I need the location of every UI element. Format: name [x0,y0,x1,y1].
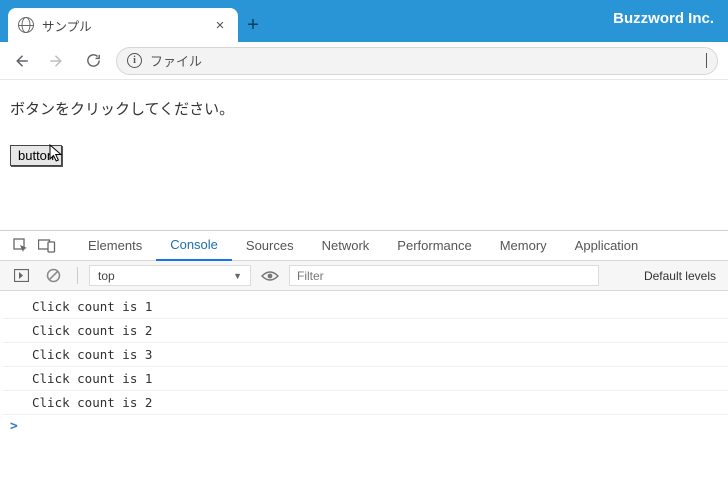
address-text: ファイル [150,51,698,70]
chevron-down-icon: ▼ [233,271,242,281]
globe-icon [18,17,34,33]
tab-sources[interactable]: Sources [232,231,308,261]
execution-context-select[interactable]: top ▼ [89,265,251,286]
new-tab-button[interactable]: + [238,8,268,42]
tab-network[interactable]: Network [308,231,384,261]
device-icon [38,239,56,253]
tab-performance[interactable]: Performance [383,231,485,261]
context-label: top [98,269,115,283]
sidebar-icon [14,269,29,282]
tab-memory[interactable]: Memory [486,231,561,261]
eye-icon [261,270,279,282]
arrow-left-icon [12,52,30,70]
browser-tab[interactable]: サンプル × [8,8,238,42]
tab-close-icon[interactable]: × [212,17,228,34]
reload-button[interactable] [76,46,110,76]
browser-toolbar: i ファイル [0,42,728,80]
site-info-icon[interactable]: i [127,53,142,68]
console-log-line: Click count is 2 [2,391,728,415]
tab-console[interactable]: Console [156,231,232,261]
ban-icon [46,268,61,283]
console-log-line: Click count is 3 [2,343,728,367]
reload-icon [85,52,102,69]
devtools-panel: Elements Console Sources Network Perform… [0,230,728,438]
console-log-line: Click count is 1 [2,367,728,391]
console-toolbar: top ▼ Default levels [0,261,728,291]
console-log-line: Click count is 1 [2,295,728,319]
tab-title: サンプル [42,16,204,35]
forward-button[interactable] [40,46,74,76]
console-filter-input[interactable] [289,265,599,286]
tab-elements[interactable]: Elements [74,231,156,261]
tab-application[interactable]: Application [561,231,653,261]
text-cursor [706,53,707,68]
sample-button[interactable]: button [10,145,62,166]
console-prompt[interactable]: > [2,415,728,438]
clear-console-button[interactable] [40,263,66,289]
inspect-icon [13,238,29,254]
inspect-element-button[interactable] [8,233,34,259]
browser-title-bar: サンプル × + Buzzword Inc. [0,0,728,42]
page-prompt-text: ボタンをクリックしてください。 [10,98,718,119]
devtools-tabs: Elements Console Sources Network Perform… [0,231,728,261]
console-log-line: Click count is 2 [2,319,728,343]
device-toggle-button[interactable] [34,233,60,259]
brand-label: Buzzword Inc. [613,10,714,27]
toolbar-separator [77,267,78,284]
chevron-right-icon: > [10,419,18,434]
address-bar[interactable]: i ファイル [116,47,718,75]
arrow-right-icon [48,52,66,70]
back-button[interactable] [4,46,38,76]
live-expression-button[interactable] [257,263,283,289]
page-content: ボタンをクリックしてください。 button [0,80,728,230]
log-level-select[interactable]: Default levels [640,269,720,283]
console-sidebar-toggle[interactable] [8,263,34,289]
console-output: Click count is 1 Click count is 2 Click … [0,291,728,438]
